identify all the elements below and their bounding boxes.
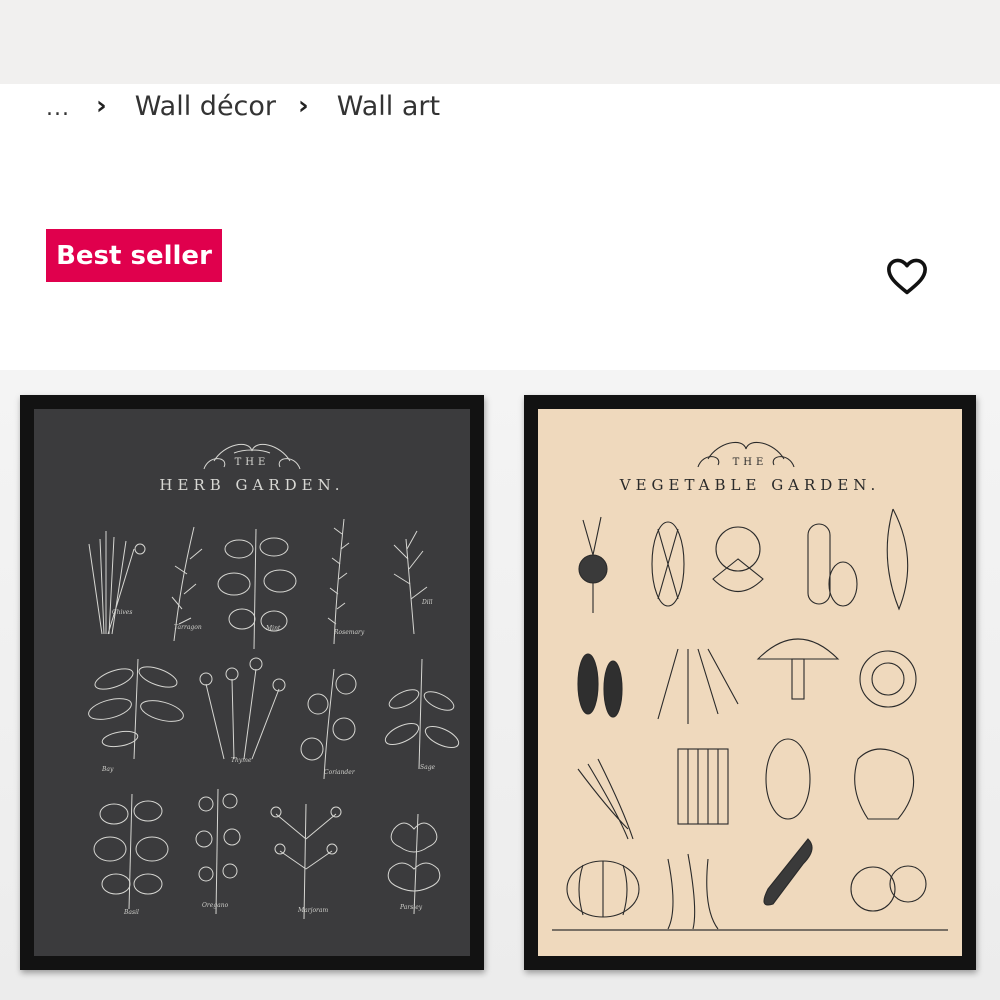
plant-label-thyme: Thyme <box>231 757 252 764</box>
breadcrumb-separator-icon: › <box>298 91 309 121</box>
plant-label-sage: Sage <box>420 764 436 771</box>
plant-label-dill: Dill <box>422 599 433 606</box>
vegetable-poster-title: VEGETABLE GARDEN. <box>619 476 881 494</box>
vegetable-garden-poster-print: THE VEGETABLE GARDEN. <box>538 409 962 956</box>
herb-poster-the: THE <box>234 457 270 468</box>
plant-label-oregano: Oregano <box>202 902 229 909</box>
breadcrumb-item-wall-decor[interactable]: Wall décor <box>135 91 276 122</box>
top-bar <box>0 0 1000 84</box>
plant-label-marjoram: Marjoram <box>298 907 329 914</box>
breadcrumb: ... › Wall décor › Wall art <box>46 86 462 126</box>
best-seller-badge: Best seller <box>46 229 222 282</box>
plant-label-mint: Mint <box>266 625 281 632</box>
vegetable-garden-poster-image[interactable]: THE VEGETABLE GARDEN. <box>524 395 976 970</box>
herb-garden-poster-print: THE HERB GARDEN. Chives Tarragon Mint Ro… <box>34 409 470 956</box>
plant-label-rosemary: Rosemary <box>334 629 365 636</box>
breadcrumb-item-wall-art[interactable]: Wall art <box>337 91 440 122</box>
plant-label-bay: Bay <box>102 766 114 773</box>
plant-label-parsley: Parsley <box>400 904 423 911</box>
breadcrumb-separator-icon: › <box>95 91 107 121</box>
breadcrumb-ellipsis[interactable]: ... <box>46 96 70 121</box>
plant-label-tarragon: Tarragon <box>174 624 202 631</box>
product-image-gallery: THE HERB GARDEN. Chives Tarragon Mint Ro… <box>0 370 1000 1000</box>
plant-label-coriander: Coriander <box>324 769 355 776</box>
add-to-wishlist-button[interactable] <box>881 252 933 300</box>
plant-label-chives: Chives <box>112 609 133 616</box>
heart-outline-icon <box>887 258 927 295</box>
vegetable-poster-the: THE <box>732 457 768 468</box>
plant-label-basil: Basil <box>124 909 139 916</box>
herb-poster-title: HERB GARDEN. <box>159 476 345 494</box>
herb-garden-poster-image[interactable]: THE HERB GARDEN. Chives Tarragon Mint Ro… <box>20 395 484 970</box>
